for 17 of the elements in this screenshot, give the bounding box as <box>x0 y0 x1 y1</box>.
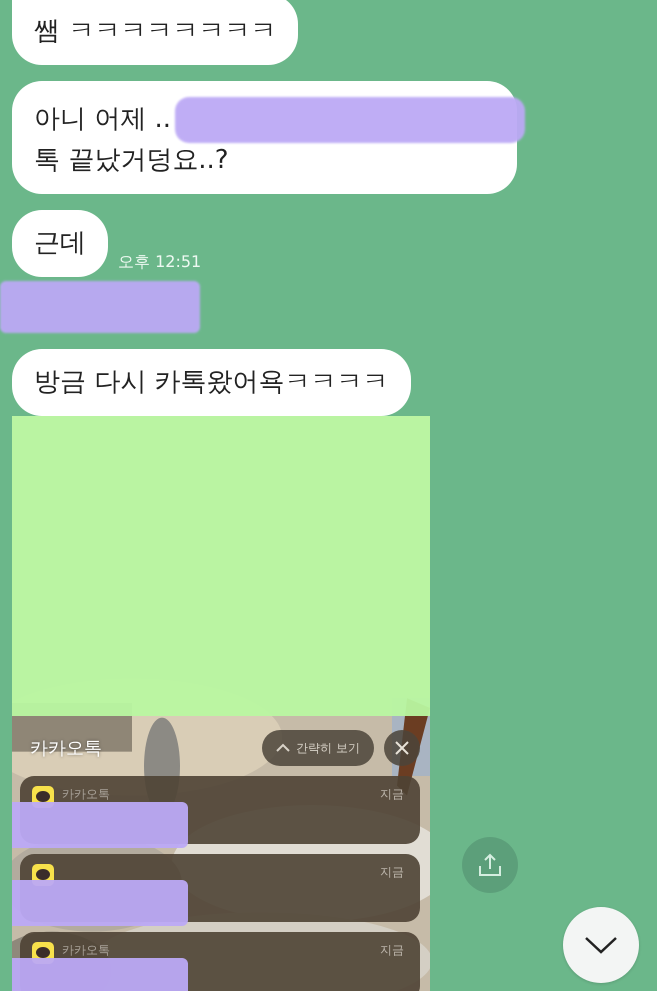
close-icon <box>395 741 409 755</box>
chevron-down-icon <box>584 935 618 955</box>
message-time: 오후 12:51 <box>118 252 202 273</box>
share-icon <box>477 852 503 878</box>
collapse-button[interactable]: 간략히 보기 <box>262 730 374 766</box>
message-text: 쌤 ㅋㅋㅋㅋㅋㅋㅋㅋ <box>34 16 276 46</box>
app-name: 카카오톡 <box>62 942 111 959</box>
message-text: 방금 다시 카톡왔어욕ㅋㅋㅋㅋ <box>34 367 389 397</box>
app-name: 카카오톡 <box>62 786 111 803</box>
app-title: 카카오톡 <box>30 737 103 760</box>
notification-time: 지금 <box>380 864 404 881</box>
message-text: 아니 어제 .. <box>34 104 172 134</box>
chevron-up-icon <box>276 743 290 753</box>
notification-time: 지금 <box>380 942 404 959</box>
message-text: 근데 <box>34 228 86 258</box>
notification-time: 지금 <box>380 786 404 803</box>
message-text: 톡 끝났거덩요..? <box>34 145 229 175</box>
